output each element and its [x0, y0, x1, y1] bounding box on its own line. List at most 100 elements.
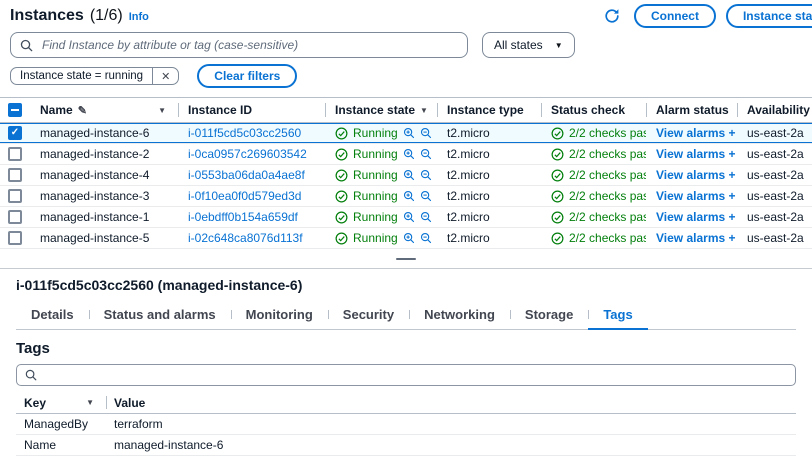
- filter-zoom-out-icon[interactable]: [420, 127, 432, 139]
- row-checkbox[interactable]: [8, 168, 22, 182]
- status-check-icon: [551, 211, 564, 224]
- instance-detail-panel: i-011f5cd5c03cc2560 (managed-instance-6)…: [0, 269, 812, 456]
- column-header-value[interactable]: Value: [106, 392, 796, 413]
- instance-type: t2.micro: [437, 123, 541, 143]
- column-header-name[interactable]: Name ✎ ▼: [30, 98, 178, 122]
- tab-tags[interactable]: Tags: [588, 302, 647, 329]
- filter-zoom-out-icon[interactable]: [420, 190, 432, 202]
- filter-zoom-out-icon[interactable]: [420, 169, 432, 181]
- filter-zoom-out-icon[interactable]: [420, 148, 432, 160]
- column-header-alarm-status[interactable]: Alarm status: [646, 98, 737, 122]
- tags-search-input[interactable]: [44, 367, 787, 383]
- search-icon: [20, 39, 33, 52]
- filter-zoom-in-icon[interactable]: [403, 211, 415, 223]
- filter-zoom-in-icon[interactable]: [403, 127, 415, 139]
- filter-zoom-out-icon[interactable]: [420, 211, 432, 223]
- select-all-checkbox[interactable]: [8, 103, 22, 117]
- instance-type: t2.micro: [437, 228, 541, 248]
- instance-state-button[interactable]: Instance state: [726, 4, 812, 28]
- instance-search-input[interactable]: [40, 37, 458, 53]
- instance-type: t2.micro: [437, 186, 541, 206]
- tab-security[interactable]: Security: [328, 302, 409, 329]
- column-header-instance-type[interactable]: Instance type: [437, 98, 541, 122]
- clear-filters-button[interactable]: Clear filters: [197, 64, 297, 88]
- filter-zoom-in-icon[interactable]: [403, 169, 415, 181]
- row-checkbox[interactable]: [8, 147, 22, 161]
- sort-icon[interactable]: ▼: [158, 106, 166, 115]
- row-checkbox[interactable]: ✓: [8, 126, 22, 140]
- search-icon: [25, 369, 37, 381]
- tab-details[interactable]: Details: [16, 302, 89, 329]
- tag-row: Name managed-instance-6: [16, 435, 796, 456]
- state-filter-select[interactable]: All states ▼: [482, 32, 575, 58]
- view-alarms-link[interactable]: View alarms +: [656, 168, 736, 182]
- header-actions: Connect Instance state: [600, 4, 812, 28]
- instance-state-value: Running: [353, 189, 398, 203]
- view-alarms-link[interactable]: View alarms +: [656, 126, 736, 140]
- remove-filter-icon[interactable]: ✕: [152, 68, 178, 84]
- status-check-value: 2/2 checks passed: [569, 189, 646, 203]
- tab-storage[interactable]: Storage: [510, 302, 588, 329]
- column-header-instance-state[interactable]: Instance state ▼: [325, 98, 437, 122]
- instance-id-link[interactable]: i-011f5cd5c03cc2560: [188, 126, 301, 140]
- filter-zoom-in-icon[interactable]: [403, 148, 415, 160]
- status-check-value: 2/2 checks passed: [569, 147, 646, 161]
- instance-type: t2.micro: [437, 165, 541, 185]
- instance-id-link[interactable]: i-0ebdff0b154a659df: [188, 210, 298, 224]
- instance-id-link[interactable]: i-0553ba06da0a4ae8f: [188, 168, 305, 182]
- splitter-drag-handle-icon[interactable]: [396, 258, 416, 260]
- view-alarms-link[interactable]: View alarms +: [656, 210, 736, 224]
- detail-title: i-011f5cd5c03cc2560 (managed-instance-6): [16, 277, 796, 293]
- instance-state-value: Running: [353, 147, 398, 161]
- instance-state-value: Running: [353, 126, 398, 140]
- title-group: Instances (1/6) Info: [10, 7, 149, 25]
- filter-zoom-in-icon[interactable]: [403, 232, 415, 244]
- instance-state-value: Running: [353, 210, 398, 224]
- table-row[interactable]: managed-instance-5 i-02c648ca8076d113f R…: [0, 228, 812, 249]
- table-row[interactable]: managed-instance-2 i-0ca0957c269603542 R…: [0, 144, 812, 165]
- instance-id-link[interactable]: i-02c648ca8076d113f: [188, 231, 303, 245]
- filter-zoom-in-icon[interactable]: [403, 190, 415, 202]
- status-check-icon: [551, 148, 564, 161]
- instance-id-link[interactable]: i-0f10ea0f0d579ed3d: [188, 189, 301, 203]
- refresh-button[interactable]: [600, 4, 624, 28]
- instance-state-value: Running: [353, 168, 398, 182]
- running-status-icon: [335, 169, 348, 182]
- table-row[interactable]: ✓ managed-instance-6 i-011f5cd5c03cc2560…: [0, 123, 812, 144]
- table-row[interactable]: managed-instance-4 i-0553ba06da0a4ae8f R…: [0, 165, 812, 186]
- connect-button[interactable]: Connect: [634, 4, 716, 28]
- status-check-icon: [551, 190, 564, 203]
- panel-splitter[interactable]: [0, 249, 812, 269]
- status-check-icon: [551, 169, 564, 182]
- filter-caret-icon[interactable]: ▼: [420, 106, 428, 115]
- column-header-status-check[interactable]: Status check: [541, 98, 646, 122]
- row-checkbox[interactable]: [8, 210, 22, 224]
- instance-search-box[interactable]: [10, 32, 468, 58]
- filter-chip: Instance state = running ✕: [10, 67, 179, 85]
- view-alarms-link[interactable]: View alarms +: [656, 231, 736, 245]
- column-header-key[interactable]: Key ▼: [16, 392, 106, 413]
- column-header-instance-id[interactable]: Instance ID: [178, 98, 325, 122]
- view-alarms-link[interactable]: View alarms +: [656, 147, 736, 161]
- status-check-value: 2/2 checks passed: [569, 210, 646, 224]
- tab-networking[interactable]: Networking: [409, 302, 510, 329]
- filter-zoom-out-icon[interactable]: [420, 232, 432, 244]
- row-select-cell: [0, 207, 30, 227]
- view-alarms-link[interactable]: View alarms +: [656, 189, 736, 203]
- info-link[interactable]: Info: [129, 11, 149, 23]
- instance-id-link[interactable]: i-0ca0957c269603542: [188, 147, 307, 161]
- tab-monitoring[interactable]: Monitoring: [231, 302, 328, 329]
- tab-status-and-alarms[interactable]: Status and alarms: [89, 302, 231, 329]
- column-header-availability-zone[interactable]: Availability Zone: [737, 98, 812, 122]
- tags-search-box[interactable]: [16, 364, 796, 386]
- instance-name: managed-instance-5: [30, 228, 178, 248]
- sort-icon[interactable]: ▼: [86, 398, 94, 407]
- instance-name: managed-instance-1: [30, 207, 178, 227]
- filter-row: All states ▼: [0, 28, 812, 60]
- row-checkbox[interactable]: [8, 189, 22, 203]
- table-row[interactable]: managed-instance-3 i-0f10ea0f0d579ed3d R…: [0, 186, 812, 207]
- status-check-value: 2/2 checks passed: [569, 231, 646, 245]
- row-checkbox[interactable]: [8, 231, 22, 245]
- table-row[interactable]: managed-instance-1 i-0ebdff0b154a659df R…: [0, 207, 812, 228]
- active-filters-row: Instance state = running ✕ Clear filters: [0, 60, 812, 94]
